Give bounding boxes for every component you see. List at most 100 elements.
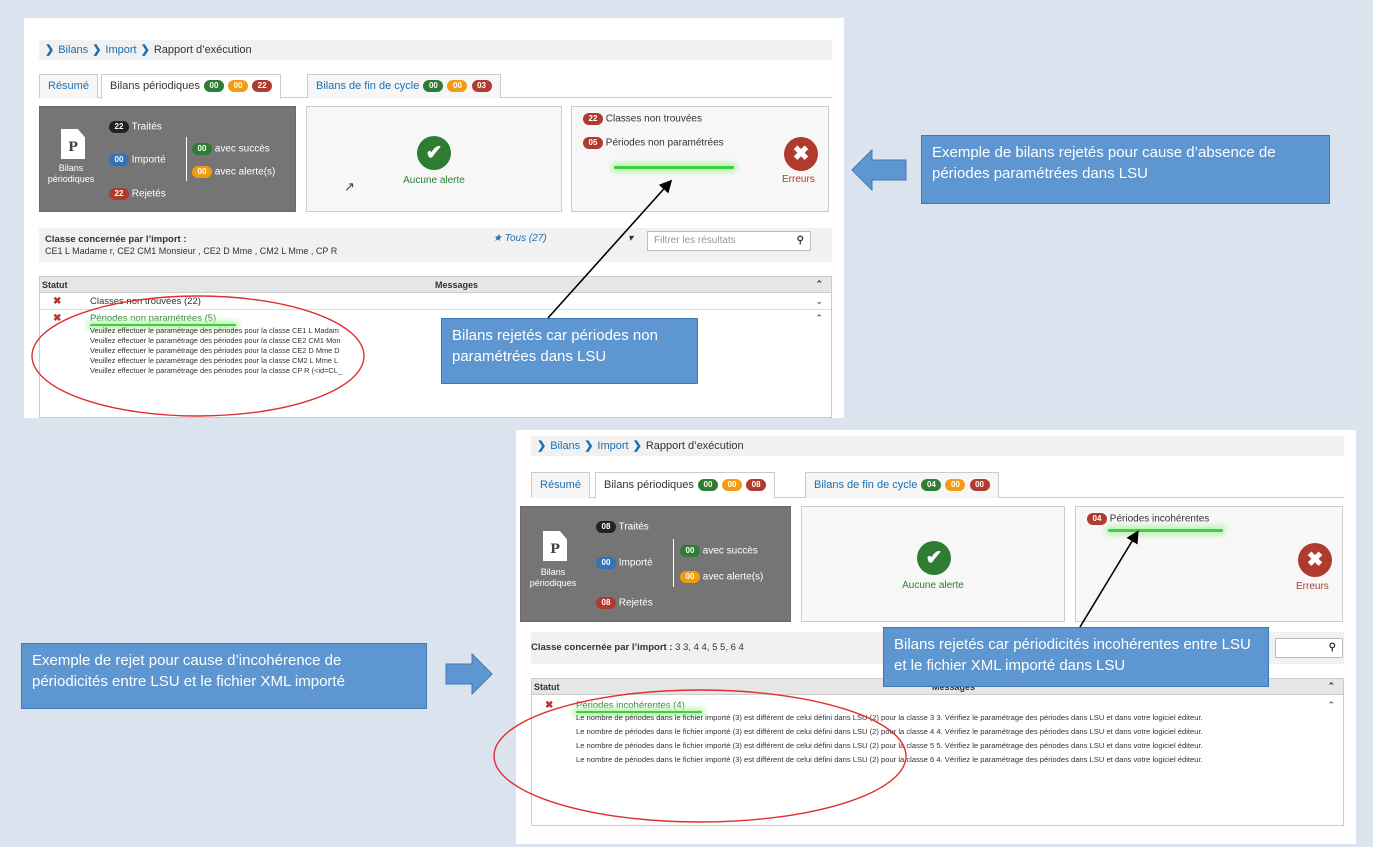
alerte-badge: 00 — [192, 166, 212, 178]
breadcrumb-import[interactable]: Import — [105, 44, 136, 56]
callout-periodes-non-parametrees: Bilans rejetés car périodes non paramétr… — [441, 318, 698, 384]
succes-label: avec succès — [214, 143, 270, 155]
star-icon: ★ — [493, 233, 502, 244]
breadcrumb-bilans[interactable]: Bilans — [550, 440, 580, 452]
filter-title: Classe concernée par l’import : — [531, 642, 673, 653]
error-badge: 00 — [969, 479, 990, 492]
table-row[interactable]: ✖ Périodes incohérentes (4) Le nombre de… — [532, 695, 1343, 825]
message-line: Veuillez effectuer le paramétrage des pé… — [90, 346, 340, 355]
warning-badge: 00 — [945, 479, 966, 492]
breadcrumb-current: Rapport d’exécution — [153, 44, 252, 56]
search-icon[interactable]: ⚲ — [1329, 639, 1336, 657]
row-title: Périodes non paramétrées (5) — [90, 313, 217, 324]
traites-stat: 22 Traités — [108, 121, 162, 133]
error-item-label: Périodes non paramétrées — [605, 137, 724, 149]
message-line: Le nombre de périodes dans le fichier im… — [576, 741, 1203, 750]
col-statut: Statut — [534, 682, 560, 692]
table-row[interactable]: ✖ Classes non trouvées (22) ⌄ — [40, 293, 831, 310]
collapse-icon[interactable]: ⌃ — [815, 313, 823, 324]
tab-label: Bilans de fin de cycle — [316, 80, 420, 92]
search-icon[interactable]: ⚲ — [797, 232, 804, 250]
search-input[interactable]: Filtrer les résultats ⚲ — [647, 231, 811, 251]
message-line: Le nombre de périodes dans le fichier im… — [576, 713, 1203, 722]
tab-bilans-periodiques[interactable]: Bilans périodiques 00 00 08 — [595, 472, 776, 499]
chevron-right-icon: ❯ — [632, 440, 642, 452]
warning-badge: 00 — [447, 80, 468, 93]
check-icon: ✔ — [917, 541, 951, 575]
search-placeholder: Filtrer les résultats — [654, 235, 736, 246]
collapse-icon[interactable]: ⌃ — [815, 279, 823, 290]
warning-badge: 00 — [722, 479, 743, 492]
tab-label: Résumé — [540, 479, 581, 491]
breadcrumb: ❯ Bilans ❯ Import ❯ Rapport d’exécution — [39, 40, 832, 60]
close-icon: ✖ — [1298, 543, 1332, 577]
document-icon: P — [61, 129, 85, 159]
tab-bilans-fin-de-cycle[interactable]: Bilans de fin de cycle 00 00 03 — [307, 74, 501, 98]
alerts-panel: ✔ Aucune alerte ↗ — [306, 106, 562, 212]
importe-label: Importé — [131, 154, 166, 166]
success-badge: 04 — [921, 479, 942, 492]
succes-stat: 00 avec succès — [191, 143, 270, 155]
errors-panel: 22 Classes non trouvées 05 Périodes non … — [571, 106, 829, 212]
tab-resume[interactable]: Résumé — [531, 472, 590, 498]
col-messages: Messages — [435, 280, 479, 290]
breadcrumb-import[interactable]: Import — [597, 440, 628, 452]
rejetes-label: Rejetés — [618, 597, 653, 609]
succes-badge: 00 — [680, 545, 700, 557]
rejetes-stat: 08 Rejetés — [595, 597, 653, 609]
errors-label: Erreurs — [1296, 581, 1329, 592]
tab-bar: Résumé Bilans périodiques 00 00 22 Bilan… — [39, 74, 832, 99]
traites-badge: 08 — [596, 521, 616, 533]
divider — [186, 137, 187, 181]
error-item: 05 Périodes non paramétrées — [582, 137, 724, 149]
traites-label: Traités — [131, 121, 162, 133]
error-x-icon: ✖ — [53, 313, 62, 324]
table-row[interactable]: ✖ Périodes non paramétrées (5) Veuillez … — [40, 310, 831, 402]
tab-bilans-periodiques[interactable]: Bilans périodiques 00 00 22 — [101, 74, 282, 99]
error-count-badge: 22 — [583, 113, 603, 125]
alerte-stat: 00 avec alerte(s) — [679, 571, 763, 583]
success-badge: 00 — [423, 80, 444, 93]
expand-icon[interactable]: ⌄ — [815, 296, 823, 307]
warning-badge: 00 — [228, 80, 249, 93]
collapse-icon[interactable]: ⌃ — [1327, 681, 1335, 692]
highlight-underline — [614, 166, 734, 169]
importe-stat: 00 Importé — [595, 557, 653, 569]
message-line: Veuillez effectuer le paramétrage des pé… — [90, 336, 341, 345]
row-title: Classes non trouvées (22) — [90, 296, 201, 307]
filter-line: Classe concernée par l’import : 3 3, 4 4… — [531, 642, 744, 653]
filter-dropdown[interactable]: ★ Tous (27) ▾ — [493, 233, 633, 244]
search-input[interactable]: ⚲ — [1275, 638, 1343, 658]
message-line: Le nombre de périodes dans le fichier im… — [576, 727, 1203, 736]
message-line: Veuillez effectuer le paramétrage des pé… — [90, 356, 339, 365]
error-item-label: Classes non trouvées — [605, 113, 702, 125]
error-item-label: Périodes incohérentes — [1109, 513, 1210, 525]
error-badge: 03 — [471, 80, 492, 93]
breadcrumb: ❯ Bilans ❯ Import ❯ Rapport d’exécution — [531, 436, 1344, 456]
importe-stat: 00 Importé — [108, 154, 166, 166]
importe-label: Importé — [618, 557, 653, 569]
tab-bar: Résumé Bilans périodiques 00 00 08 Bilan… — [531, 472, 1344, 499]
tab-bilans-fin-de-cycle[interactable]: Bilans de fin de cycle 04 00 00 — [805, 472, 999, 498]
error-badge: 22 — [252, 80, 273, 93]
breadcrumb-bilans[interactable]: Bilans — [58, 44, 88, 56]
rejetes-badge: 22 — [109, 188, 129, 200]
tab-label: Bilans périodiques — [604, 479, 694, 491]
error-count-badge: 04 — [1087, 513, 1107, 525]
succes-badge: 00 — [192, 143, 212, 155]
mouse-cursor-icon: ↗ — [344, 179, 355, 194]
collapse-icon[interactable]: ⌃ — [1327, 700, 1335, 711]
chevron-right-icon: ❯ — [584, 440, 594, 452]
succes-label: avec succès — [702, 545, 758, 557]
tab-resume[interactable]: Résumé — [39, 74, 98, 98]
document-icon: P — [543, 531, 567, 561]
messages-table: Statut Messages ⌃ ✖ Périodes incohérente… — [531, 678, 1344, 826]
error-badge: 08 — [746, 479, 767, 492]
check-icon: ✔ — [417, 136, 451, 170]
callout-incoherence-periodicites: Exemple de rejet pour cause d’incohérenc… — [21, 643, 427, 709]
error-item: 22 Classes non trouvées — [582, 113, 702, 125]
chevron-right-icon: ❯ — [92, 44, 102, 56]
col-statut: Statut — [42, 280, 68, 290]
chevron-right-icon: ❯ — [140, 44, 150, 56]
message-line: Veuillez effectuer le paramétrage des pé… — [90, 326, 339, 335]
